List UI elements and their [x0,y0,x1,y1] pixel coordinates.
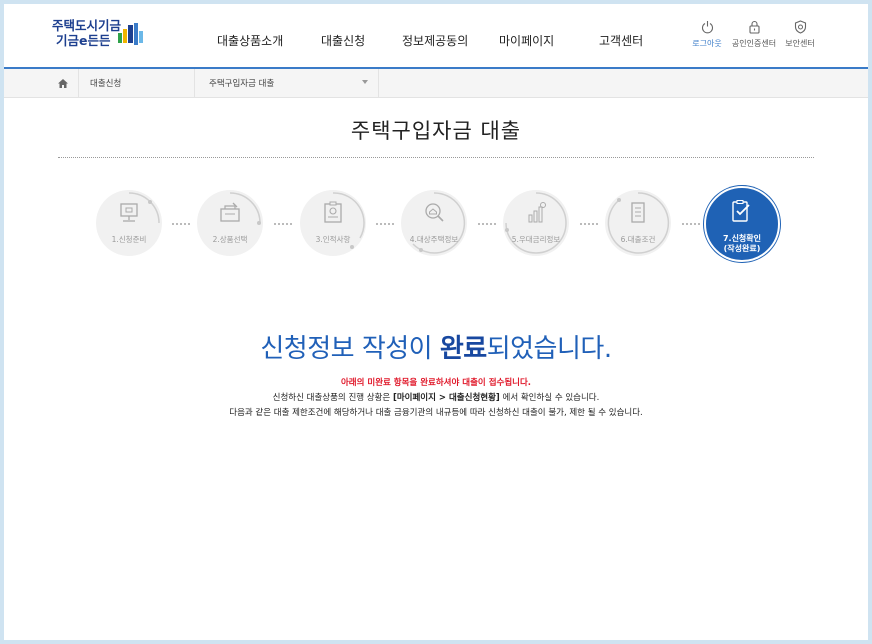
step-connector [682,223,700,225]
logo-line1: 주택도시기금 [52,18,122,33]
step-6: 6.대출조건 [605,190,671,256]
power-icon [701,21,713,34]
step-connector [580,223,598,225]
product-icon [220,202,240,222]
step-connector [172,223,190,225]
step-1: 1.신청준비 [96,190,162,256]
logo-line2: 기금e든든 [56,33,111,48]
logout-button[interactable]: 로그아웃 [682,20,732,49]
chart-icon [528,202,546,223]
breadcrumb-level2-label: 주택구입자금 대출 [209,79,275,89]
nav-customer-center[interactable]: 고객센터 [599,32,643,49]
logo-bars-icon [118,23,143,45]
home-icon [58,78,68,88]
warning-notice: 아래의 미완료 항목을 완료하셔야 대출이 접수됩니다. [340,378,532,388]
status-notice-text: 신청하신 대출상품의 진행 상황은 [272,393,393,403]
status-notice-text-end: 에서 확인하실 수 있습니다. [499,393,600,403]
house-search-icon [425,203,444,222]
page-title: 주택구입자금 대출 [350,119,522,143]
check-document-icon [732,200,750,222]
step-4: 4.대상주택정보 [401,190,467,256]
status-notice: 신청하신 대출상품의 진행 상황은 [마이페이지 > 대출신청현황] 에서 확인… [4,391,868,403]
step-label: 4.대상주택정보 [409,235,459,244]
chevron-down-icon [362,80,368,84]
breadcrumb-home[interactable] [48,69,79,97]
step-label-active: 7.신청확인 (작성완료) [706,234,778,254]
step-label-line2: (작성완료) [723,244,761,253]
breadcrumb-level1[interactable]: 대출신청 [78,69,195,97]
nav-loan-apply[interactable]: 대출신청 [321,32,365,49]
step-connector [376,223,394,225]
step-label: 1.신청준비 [111,235,147,244]
nav-mypage[interactable]: 마이페이지 [499,32,554,49]
completion-text-bold: 완료 [439,334,487,364]
completion-message: 신청정보 작성이 완료되었습니다. [4,328,868,365]
nav-info-consent[interactable]: 정보제공동의 [402,32,468,49]
logout-label: 로그아웃 [692,39,722,48]
security-center-label: 보안센터 [785,39,815,48]
step-label: 2.상품선택 [212,235,248,244]
step-5: 5.우대금리정보 [503,190,569,256]
step-7-active: 7.신청확인 (작성완료) [704,186,780,262]
monitor-icon [120,203,138,222]
completion-text-after: 되었습니다. [486,334,612,364]
step-connector [274,223,292,225]
progress-steps: 1.신청준비 2.상품선택 3.인적사항 4.대상주택정보 5.우대금리정보 6… [4,186,868,280]
step-label-line1: 7.신청확인 [722,234,762,243]
step-label: 5.우대금리정보 [511,235,561,244]
browser-frame: 주택도시기금 기금e든든 대출상품소개 대출신청 정보제공동의 마이페이지 고객… [4,4,868,640]
shield-icon [794,20,806,34]
site-logo[interactable]: 주택도시기금 기금e든든 [52,18,162,54]
site-header: 주택도시기금 기금e든든 대출상품소개 대출신청 정보제공동의 마이페이지 고객… [4,4,868,69]
document-icon [631,202,645,223]
nav-loan-products[interactable]: 대출상품소개 [217,32,283,49]
breadcrumb: 대출신청 주택구입자금 대출 [4,69,868,98]
step-2: 2.상품선택 [197,190,263,256]
cert-center-label: 공인인증센터 [731,39,777,48]
breadcrumb-level2-select[interactable]: 주택구입자금 대출 [194,69,379,97]
step-label: 3.인적사항 [315,235,351,244]
breadcrumb-level1-label: 대출신청 [90,79,122,89]
title-divider [58,157,814,158]
id-card-icon [324,201,342,223]
status-notice-path: [마이페이지 > 대출신청현황] [392,393,500,403]
step-label: 6.대출조건 [620,235,656,244]
logo-text: 주택도시기금 기금e든든 [52,18,121,48]
security-center-button[interactable]: 보안센터 [775,20,825,49]
cert-center-button[interactable]: 공인인증센터 [729,20,779,49]
step-3: 3.인적사항 [300,190,366,256]
restriction-notice: 다음과 같은 대출 제한조건에 해당하거나 대출 금융기관의 내규등에 따라 신… [229,408,643,418]
step-connector [478,223,496,225]
lock-icon [748,20,760,34]
completion-text-before: 신청정보 작성이 [260,334,440,364]
